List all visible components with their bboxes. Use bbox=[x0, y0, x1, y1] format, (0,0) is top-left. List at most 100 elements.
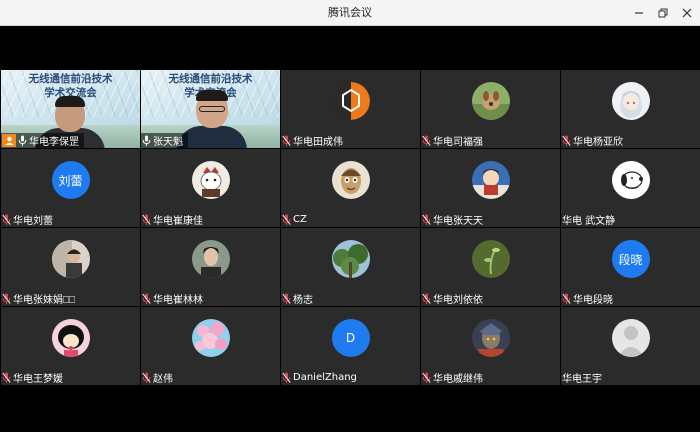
green-plant-avatar-icon bbox=[471, 240, 510, 278]
participant-name: CZ bbox=[293, 214, 307, 225]
participant-name: 张天魁 bbox=[153, 137, 183, 148]
participant-tile[interactable]: 华电崔康佳 bbox=[141, 149, 280, 227]
participant-tile[interactable]: CZ bbox=[281, 149, 420, 227]
participant-name-bar: 华电戚继伟 bbox=[421, 370, 488, 385]
mic-muted-icon bbox=[142, 214, 151, 226]
participant-name: 华电张妹娟⎕⎕ bbox=[13, 295, 75, 306]
participant-name: 华电刘依依 bbox=[433, 295, 483, 306]
participant-grid: 无线通信前沿技术学术交流会华电李保罡无线通信前沿技术学术交流会张天魁华电田成伟华… bbox=[1, 70, 700, 387]
text-avatar: 段晓 bbox=[611, 240, 650, 278]
mic-muted-icon bbox=[2, 372, 11, 384]
mic-muted-icon bbox=[142, 372, 151, 384]
minimize-button[interactable] bbox=[632, 6, 646, 20]
participant-name-bar: 华电田成伟 bbox=[281, 133, 348, 148]
participant-name: 华电李保罡 bbox=[29, 137, 79, 148]
window-title: 腾讯会议 bbox=[328, 6, 372, 19]
minimize-icon bbox=[635, 12, 643, 14]
mic-muted-icon bbox=[142, 293, 151, 305]
participant-tile[interactable]: 华电戚继伟 bbox=[421, 307, 560, 385]
participant-name-bar: 华电刘依依 bbox=[421, 291, 488, 306]
mic-muted-icon bbox=[422, 372, 431, 384]
participant-name-bar: 赵伟 bbox=[141, 370, 178, 385]
participant-name-bar: 华电张天天 bbox=[421, 212, 488, 227]
participant-tile[interactable]: 华电杨亚欣 bbox=[561, 70, 700, 148]
participant-name: 华电王梦媛 bbox=[13, 374, 63, 385]
restore-button[interactable] bbox=[656, 6, 670, 20]
participant-name: 华电王宇 bbox=[562, 374, 602, 385]
mic-muted-icon bbox=[282, 135, 291, 147]
participant-tile[interactable]: 华电王宇 bbox=[561, 307, 700, 385]
participant-tile[interactable]: 华电刘依依 bbox=[421, 228, 560, 306]
banner-line: 无线通信前沿技术 bbox=[28, 73, 113, 85]
mic-muted-icon bbox=[282, 214, 291, 226]
participant-tile[interactable]: 华电田成伟 bbox=[281, 70, 420, 148]
participant-tile[interactable]: 华电 武文静 bbox=[561, 149, 700, 227]
cartoon-face-avatar-icon bbox=[331, 161, 370, 199]
anime-girl-avatar-icon bbox=[611, 82, 650, 120]
participant-name-bar: 华电段晓 bbox=[561, 291, 618, 306]
close-icon bbox=[682, 8, 692, 18]
participant-tile[interactable]: 段晓华电段晓 bbox=[561, 228, 700, 306]
mic-muted-icon bbox=[282, 293, 291, 305]
participant-tile[interactable]: 赵伟 bbox=[141, 307, 280, 385]
participant-name: 赵伟 bbox=[153, 374, 173, 385]
participant-name: 华电崔康佳 bbox=[153, 216, 203, 227]
mic-muted-icon bbox=[2, 214, 11, 226]
participant-name: 华电刘蕾 bbox=[13, 216, 53, 227]
participant-tile[interactable]: D DanielZhang bbox=[281, 307, 420, 385]
text-avatar: 刘蕾 bbox=[51, 161, 90, 199]
participant-name-bar: 华电杨亚欣 bbox=[561, 133, 628, 148]
avatar-initials: 段晓 bbox=[618, 252, 643, 267]
default-user-avatar-icon bbox=[611, 319, 650, 357]
host-badge-icon bbox=[2, 134, 16, 147]
participant-name-bar: 华电李保罡 bbox=[1, 133, 84, 148]
participant-tile[interactable]: 无线通信前沿技术 学术交流会 华电李保罡 bbox=[1, 70, 140, 148]
mic-muted-icon bbox=[422, 293, 431, 305]
orange-hexagon-avatar-icon bbox=[331, 82, 370, 120]
participant-tile[interactable]: 华电张妹娟⎕⎕ bbox=[1, 228, 140, 306]
participant-name-bar: 杨志 bbox=[281, 291, 318, 306]
person-photo-avatar-icon bbox=[51, 240, 90, 278]
participant-name: 华电戚继伟 bbox=[433, 374, 483, 385]
participant-name-bar: 华电张妹娟⎕⎕ bbox=[1, 291, 80, 306]
participant-tile[interactable]: 杨志 bbox=[281, 228, 420, 306]
participant-tile[interactable]: 刘蕾华电刘蕾 bbox=[1, 149, 140, 227]
mic-muted-icon bbox=[282, 372, 291, 384]
participant-name: 杨志 bbox=[293, 295, 313, 306]
mic-muted-icon bbox=[562, 293, 571, 305]
avatar-initials: 刘蕾 bbox=[58, 173, 83, 188]
participant-name-bar: 华电崔林林 bbox=[141, 291, 208, 306]
participant-name: DanielZhang bbox=[293, 372, 357, 383]
dog-photo-avatar-icon bbox=[471, 82, 510, 120]
mic-muted-icon bbox=[2, 293, 11, 305]
banner-line: 无线通信前沿技术 bbox=[168, 73, 253, 85]
participant-name: 华电杨亚欣 bbox=[573, 137, 623, 148]
participant-tile[interactable]: 华电张天天 bbox=[421, 149, 560, 227]
participant-name: 华电张天天 bbox=[433, 216, 483, 227]
text-avatar: D bbox=[331, 319, 370, 357]
close-button[interactable] bbox=[680, 6, 694, 20]
participant-name-bar: DanielZhang bbox=[281, 370, 362, 385]
participant-tile[interactable]: 无线通信前沿技术学术交流会张天魁 bbox=[141, 70, 280, 148]
restore-icon bbox=[658, 8, 668, 18]
participant-name-bar: 华电刘蕾 bbox=[1, 212, 58, 227]
participant-tile[interactable]: 华电司福强 bbox=[421, 70, 560, 148]
participant-name-bar: 华电王梦媛 bbox=[1, 370, 68, 385]
game-character-avatar-icon bbox=[471, 319, 510, 357]
participant-name: 华电段晓 bbox=[573, 295, 613, 306]
participant-name: 华电崔林林 bbox=[153, 295, 203, 306]
forest-avatar-icon bbox=[331, 240, 370, 278]
mic-muted-icon bbox=[562, 135, 571, 147]
participant-name-bar: 张天魁 bbox=[141, 133, 188, 148]
snoopy-avatar-icon bbox=[611, 161, 650, 199]
participant-name-bar: 华电崔康佳 bbox=[141, 212, 208, 227]
participant-name-bar: 华电 武文静 bbox=[561, 212, 620, 227]
window-controls bbox=[632, 0, 694, 26]
title-bar: 腾讯会议 bbox=[0, 0, 700, 26]
participant-name: 华电田成伟 bbox=[293, 137, 343, 148]
participant-tile[interactable]: 华电崔林林 bbox=[141, 228, 280, 306]
participant-name: 华电司福强 bbox=[433, 137, 483, 148]
participant-tile[interactable]: 华电王梦媛 bbox=[1, 307, 140, 385]
participant-name-bar: CZ bbox=[281, 212, 312, 227]
pink-blossom-avatar-icon bbox=[191, 319, 230, 357]
